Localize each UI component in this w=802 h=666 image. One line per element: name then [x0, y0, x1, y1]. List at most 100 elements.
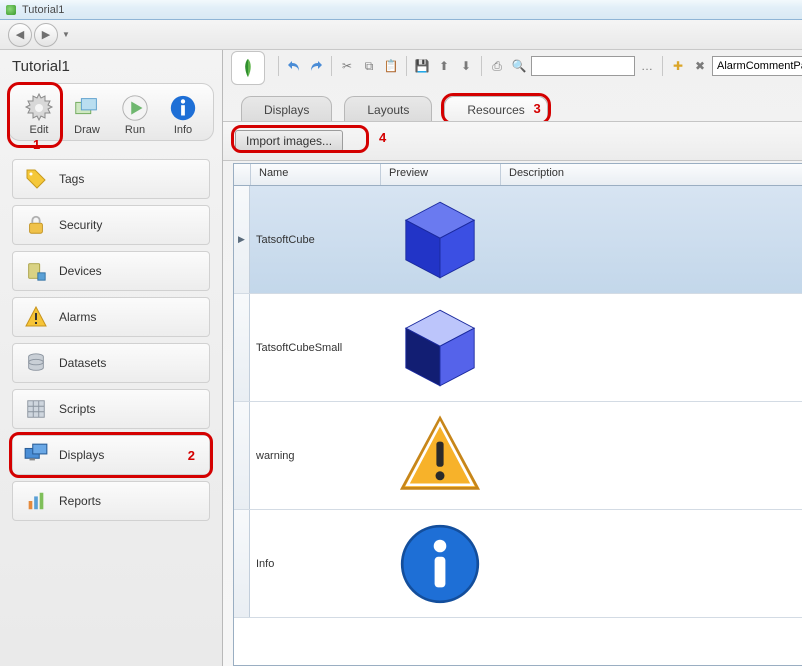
- annotation-2: 2: [188, 448, 195, 463]
- zoom-button[interactable]: 🔍: [509, 56, 529, 76]
- database-icon: [23, 350, 49, 376]
- sidebar-item-reports[interactable]: Reports: [12, 481, 210, 521]
- info-icon: [167, 92, 199, 124]
- project-title: Tutorial1: [0, 50, 222, 79]
- cell-preview: [380, 195, 500, 285]
- grid-row[interactable]: warning: [234, 402, 802, 510]
- mode-run-button[interactable]: Run: [111, 92, 159, 136]
- gear-icon: [23, 92, 55, 124]
- col-header-name[interactable]: Name: [251, 164, 381, 185]
- draw-icon: [71, 92, 103, 124]
- cell-preview: [380, 519, 500, 609]
- annotation-1: 1: [33, 137, 40, 152]
- grid-row[interactable]: ▶ TatsoftCube: [234, 186, 802, 294]
- sidebar-item-label: Displays: [59, 448, 104, 462]
- cell-name: TatsoftCube: [250, 234, 380, 246]
- warning-icon: [23, 304, 49, 330]
- undo-button[interactable]: [284, 56, 304, 76]
- displays-icon: [23, 442, 49, 468]
- redo-button[interactable]: [306, 56, 326, 76]
- cell-name: warning: [250, 450, 380, 462]
- sidebar-item-label: Scripts: [59, 402, 96, 416]
- tab-layouts[interactable]: Layouts: [344, 96, 432, 121]
- cut-button[interactable]: ✂: [337, 56, 357, 76]
- mode-edit-label: Edit: [30, 124, 49, 136]
- import-button[interactable]: ⬆: [434, 56, 454, 76]
- nav-back-button[interactable]: ◀: [8, 23, 32, 47]
- nav-dropdown-button[interactable]: ▼: [60, 29, 72, 41]
- app-logo[interactable]: [231, 51, 265, 85]
- mode-bar: Edit 1 Draw Run Info: [8, 83, 214, 141]
- cell-preview: [380, 411, 500, 501]
- tab-label: Displays: [264, 103, 309, 117]
- grid-row[interactable]: Info: [234, 510, 802, 618]
- warning-triangle-icon: [395, 411, 485, 501]
- cube-small-icon: [395, 303, 485, 393]
- grid-row[interactable]: TatsoftCubeSmall: [234, 294, 802, 402]
- search-options-button[interactable]: …: [637, 56, 657, 76]
- copy-button[interactable]: ⧉: [359, 56, 379, 76]
- paste-button[interactable]: 📋: [381, 56, 401, 76]
- mode-draw-button[interactable]: Draw: [63, 92, 111, 136]
- sidebar-item-label: Devices: [59, 264, 102, 278]
- app-icon: [6, 5, 16, 15]
- new-item-button[interactable]: ✚: [668, 56, 688, 76]
- nav-forward-button[interactable]: ▶: [34, 23, 58, 47]
- sidebar: Tutorial1 Edit 1 Draw Run: [0, 50, 223, 666]
- top-toolbar: ✂ ⧉ 📋 💾 ⬆ ⬇ ⎙ 🔍 … ✚ ✖ AlarmCommentPage: [223, 50, 802, 82]
- content-area: ✂ ⧉ 📋 💾 ⬆ ⬇ ⎙ 🔍 … ✚ ✖ AlarmCommentPage D…: [223, 50, 802, 666]
- resources-grid: Name Preview Description ▶ TatsoftCube: [233, 163, 802, 666]
- row-indicator: [234, 294, 250, 401]
- mode-edit-button[interactable]: Edit 1: [15, 92, 63, 136]
- sub-toolbar: Import images... 4: [223, 121, 802, 161]
- print-button[interactable]: ⎙: [487, 56, 507, 76]
- window-title: Tutorial1: [22, 4, 64, 16]
- nav-row: ◀ ▶ ▼: [0, 20, 802, 50]
- sidebar-item-tags[interactable]: Tags: [12, 159, 210, 199]
- window-titlebar: Tutorial1: [0, 0, 802, 20]
- col-header-description[interactable]: Description: [501, 164, 802, 185]
- mode-info-label: Info: [174, 124, 192, 136]
- cell-name: Info: [250, 558, 380, 570]
- sidebar-item-devices[interactable]: Devices: [12, 251, 210, 291]
- sidebar-nav-list: Tags Security Devices Alarms Datasets Sc…: [0, 153, 222, 666]
- search-input[interactable]: [531, 56, 635, 76]
- tab-label: Layouts: [367, 103, 409, 117]
- sidebar-item-label: Datasets: [59, 356, 106, 370]
- annotation-4: 4: [379, 130, 386, 145]
- page-combo-value: AlarmCommentPage: [717, 60, 802, 72]
- annotation-3: 3: [534, 101, 541, 116]
- scripts-icon: [23, 396, 49, 422]
- import-images-button[interactable]: Import images...: [235, 130, 343, 152]
- sidebar-item-datasets[interactable]: Datasets: [12, 343, 210, 383]
- page-combo[interactable]: AlarmCommentPage: [712, 56, 802, 76]
- sidebar-item-displays[interactable]: Displays 2: [12, 435, 210, 475]
- row-indicator: [234, 510, 250, 617]
- tab-resources[interactable]: Resources 3: [444, 96, 547, 121]
- sidebar-item-label: Security: [59, 218, 102, 232]
- play-icon: [119, 92, 151, 124]
- tab-row: Displays Layouts Resources 3: [223, 96, 802, 121]
- sidebar-item-label: Alarms: [59, 310, 96, 324]
- sidebar-item-alarms[interactable]: Alarms: [12, 297, 210, 337]
- sidebar-item-scripts[interactable]: Scripts: [12, 389, 210, 429]
- export-button[interactable]: ⬇: [456, 56, 476, 76]
- device-icon: [23, 258, 49, 284]
- cube-icon: [395, 195, 485, 285]
- row-indicator: ▶: [234, 186, 250, 293]
- save-button[interactable]: 💾: [412, 56, 432, 76]
- tab-displays[interactable]: Displays: [241, 96, 332, 121]
- cell-name: TatsoftCubeSmall: [250, 342, 380, 354]
- info-circle-icon: [395, 519, 485, 609]
- delete-item-button[interactable]: ✖: [690, 56, 710, 76]
- mode-run-label: Run: [125, 124, 145, 136]
- cell-preview: [380, 303, 500, 393]
- mode-info-button[interactable]: Info: [159, 92, 207, 136]
- sidebar-item-label: Tags: [59, 172, 84, 186]
- tag-icon: [23, 166, 49, 192]
- reports-icon: [23, 488, 49, 514]
- sidebar-item-security[interactable]: Security: [12, 205, 210, 245]
- col-header-preview[interactable]: Preview: [381, 164, 501, 185]
- import-images-label: Import images...: [246, 134, 332, 148]
- row-indicator: [234, 402, 250, 509]
